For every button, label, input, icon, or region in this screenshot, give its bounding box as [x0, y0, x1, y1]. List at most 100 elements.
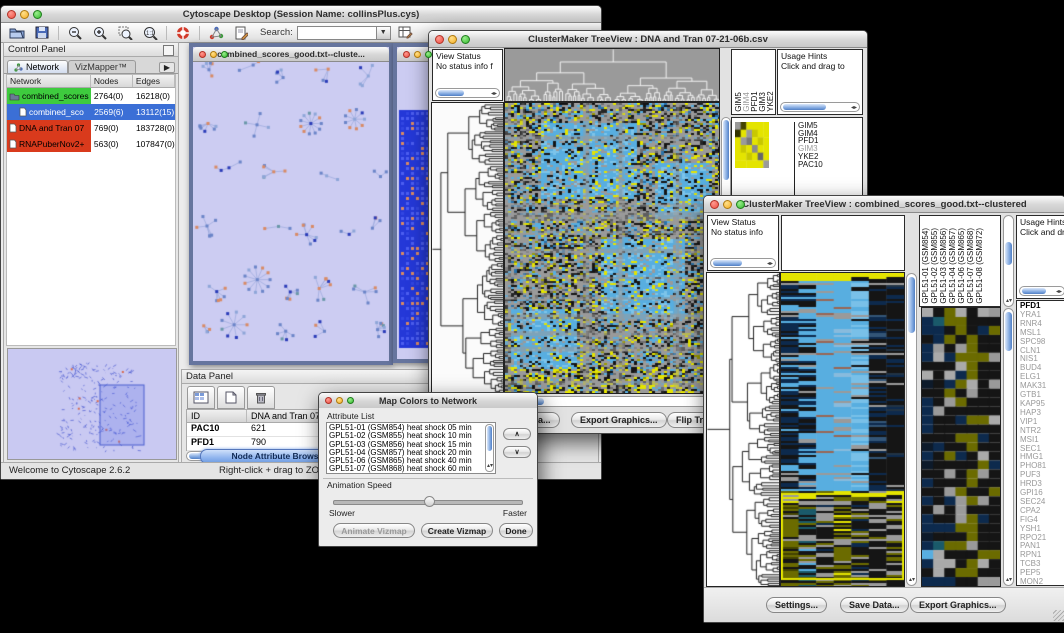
- move-down-button[interactable]: ∨: [503, 446, 531, 458]
- toolbar-separator: [58, 26, 59, 40]
- minimize-icon[interactable]: [448, 35, 457, 44]
- close-icon[interactable]: [403, 51, 410, 58]
- horizontal-scrollbar[interactable]: ◂▸: [710, 258, 776, 268]
- dialog-body: Attribute List GPL51-01 (GSM854) heat sh…: [319, 408, 537, 546]
- annotation-icon[interactable]: [232, 25, 250, 40]
- network-list-item[interactable]: DNA and Tran 07769(0)183728(0): [7, 120, 175, 136]
- slider-thumb[interactable]: [424, 496, 435, 507]
- close-icon[interactable]: [199, 51, 206, 58]
- tab-network[interactable]: Network: [7, 60, 68, 73]
- create-vizmap-button[interactable]: Create Vizmap: [421, 523, 493, 538]
- zoom-fit-icon[interactable]: 1:1: [141, 25, 159, 40]
- network-canvas[interactable]: [193, 62, 389, 360]
- close-icon[interactable]: [325, 397, 332, 404]
- window-controls[interactable]: [325, 397, 354, 404]
- minimize-icon[interactable]: [210, 51, 217, 58]
- row-dendrogram-canvas[interactable]: [707, 273, 779, 586]
- zoom-window-icon[interactable]: [736, 200, 745, 209]
- horizontal-scrollbar[interactable]: ◂▸: [1019, 286, 1064, 296]
- col-edges[interactable]: Edges: [133, 75, 175, 87]
- zoom-window-icon[interactable]: [347, 397, 354, 404]
- close-icon[interactable]: [7, 10, 16, 19]
- column-label: GIM4: [743, 87, 750, 112]
- network-table-header[interactable]: Network Nodes Edges: [7, 75, 175, 88]
- tab-vizmapper[interactable]: VizMapper™: [68, 60, 136, 73]
- help-lifesaver-icon[interactable]: [174, 25, 192, 40]
- close-icon[interactable]: [435, 35, 444, 44]
- zoom-selected-icon[interactable]: [116, 25, 134, 40]
- col-nodes[interactable]: Nodes: [91, 75, 133, 87]
- zoom-window-icon[interactable]: [33, 10, 42, 19]
- column-dendrogram-canvas[interactable]: [505, 49, 719, 101]
- zoom-heatmap-canvas[interactable]: [922, 308, 1000, 586]
- minimize-icon[interactable]: [723, 200, 732, 209]
- column-label: GPL51-04 (GSM857): [949, 228, 956, 304]
- window-title: Cytoscape Desktop (Session Name: collins…: [1, 9, 601, 20]
- search-label: Search:: [260, 27, 293, 38]
- zoom-heatmap-canvas[interactable]: [735, 122, 769, 168]
- move-up-button[interactable]: ∧: [503, 428, 531, 440]
- window-controls[interactable]: [435, 35, 470, 44]
- network-list-item[interactable]: combined_scores2764(0)16218(0): [7, 88, 175, 104]
- col-network[interactable]: Network: [7, 75, 91, 87]
- minimize-icon[interactable]: [336, 397, 343, 404]
- select-attributes-icon[interactable]: [187, 386, 215, 409]
- network-overview-canvas[interactable]: [7, 348, 177, 460]
- frame-window-controls[interactable]: [403, 51, 432, 58]
- svg-text:1:1: 1:1: [146, 31, 155, 37]
- view-status-title: View Status: [436, 51, 481, 61]
- usage-hints-text: Click and drag to: [781, 61, 845, 71]
- frame-window-controls[interactable]: [199, 51, 228, 58]
- usage-hints-text: Click and drag: [1020, 227, 1064, 237]
- attribute-listbox[interactable]: GPL51-01 (GSM854) heat shock 05 minGPL51…: [326, 422, 496, 474]
- dialog-title-bar[interactable]: Map Colors to Network: [319, 393, 537, 409]
- zoom-window-icon[interactable]: [461, 35, 470, 44]
- treeview1-title-bar[interactable]: ClusterMaker TreeView : DNA and Tran 07-…: [429, 31, 867, 48]
- vizmapper-icon[interactable]: [207, 25, 225, 40]
- window-controls[interactable]: [710, 200, 745, 209]
- open-folder-icon[interactable]: [8, 25, 26, 40]
- export-graphics-button[interactable]: Export Graphics...: [571, 412, 667, 428]
- horizontal-scrollbar[interactable]: ◂▸: [780, 102, 860, 112]
- window-controls[interactable]: [7, 10, 42, 19]
- animate-vizmap-button[interactable]: Animate Vizmap: [333, 523, 415, 538]
- delete-attribute-icon[interactable]: [247, 386, 275, 409]
- attribute-table-icon[interactable]: [397, 25, 415, 40]
- search-dropdown-icon[interactable]: ▼: [377, 26, 391, 40]
- attribute-list-item[interactable]: GPL51-07 (GSM868) heat shock 60 min: [329, 465, 493, 473]
- vertical-scrollbar[interactable]: ▴▾: [1003, 215, 1014, 307]
- save-data-button[interactable]: Save Data...: [840, 597, 909, 613]
- network-list-item[interactable]: RNAPuberNov2+563(0)107847(0): [7, 136, 175, 152]
- create-attribute-icon[interactable]: [217, 386, 245, 409]
- done-button[interactable]: Done: [499, 523, 533, 538]
- main-title-bar[interactable]: Cytoscape Desktop (Session Name: collins…: [1, 6, 601, 23]
- zoom-out-icon[interactable]: [66, 25, 84, 40]
- resize-grip[interactable]: [1053, 610, 1064, 621]
- vertical-scrollbar[interactable]: ▴▾: [906, 273, 917, 586]
- settings-button[interactable]: Settings...: [766, 597, 827, 613]
- col-id[interactable]: ID: [187, 410, 247, 422]
- network-frame-title-bar[interactable]: combined_scores_good.txt--cluste...: [193, 47, 389, 62]
- vertical-scrollbar[interactable]: ▴▾: [1003, 308, 1014, 586]
- close-icon[interactable]: [710, 200, 719, 209]
- vertical-scrollbar[interactable]: ▴▾: [485, 424, 494, 472]
- save-file-icon[interactable]: [33, 25, 51, 40]
- row-dendrogram-canvas[interactable]: [432, 103, 503, 393]
- zoom-window-icon[interactable]: [425, 51, 432, 58]
- tab-overflow-arrow[interactable]: ▶: [159, 62, 175, 73]
- heatmap-canvas[interactable]: [505, 103, 719, 393]
- status-welcome: Welcome to Cytoscape 2.6.2: [9, 465, 130, 476]
- zoom-window-icon[interactable]: [221, 51, 228, 58]
- export-graphics-button[interactable]: Export Graphics...: [910, 597, 1006, 613]
- treeview2-title-bar[interactable]: ClusterMaker TreeView : combined_scores_…: [704, 196, 1064, 213]
- horizontal-scrollbar[interactable]: ◂▸: [435, 88, 500, 98]
- network-list-item[interactable]: combined_sco2569(6)13112(15): [7, 104, 175, 120]
- heatmap-canvas[interactable]: [781, 273, 904, 586]
- gene-label[interactable]: MON2: [1020, 578, 1064, 586]
- minimize-icon[interactable]: [20, 10, 29, 19]
- minimize-icon[interactable]: [414, 51, 421, 58]
- zoom-in-icon[interactable]: [91, 25, 109, 40]
- float-panel-icon[interactable]: [163, 45, 174, 56]
- search-input[interactable]: [297, 26, 377, 40]
- speed-slider[interactable]: [333, 500, 523, 505]
